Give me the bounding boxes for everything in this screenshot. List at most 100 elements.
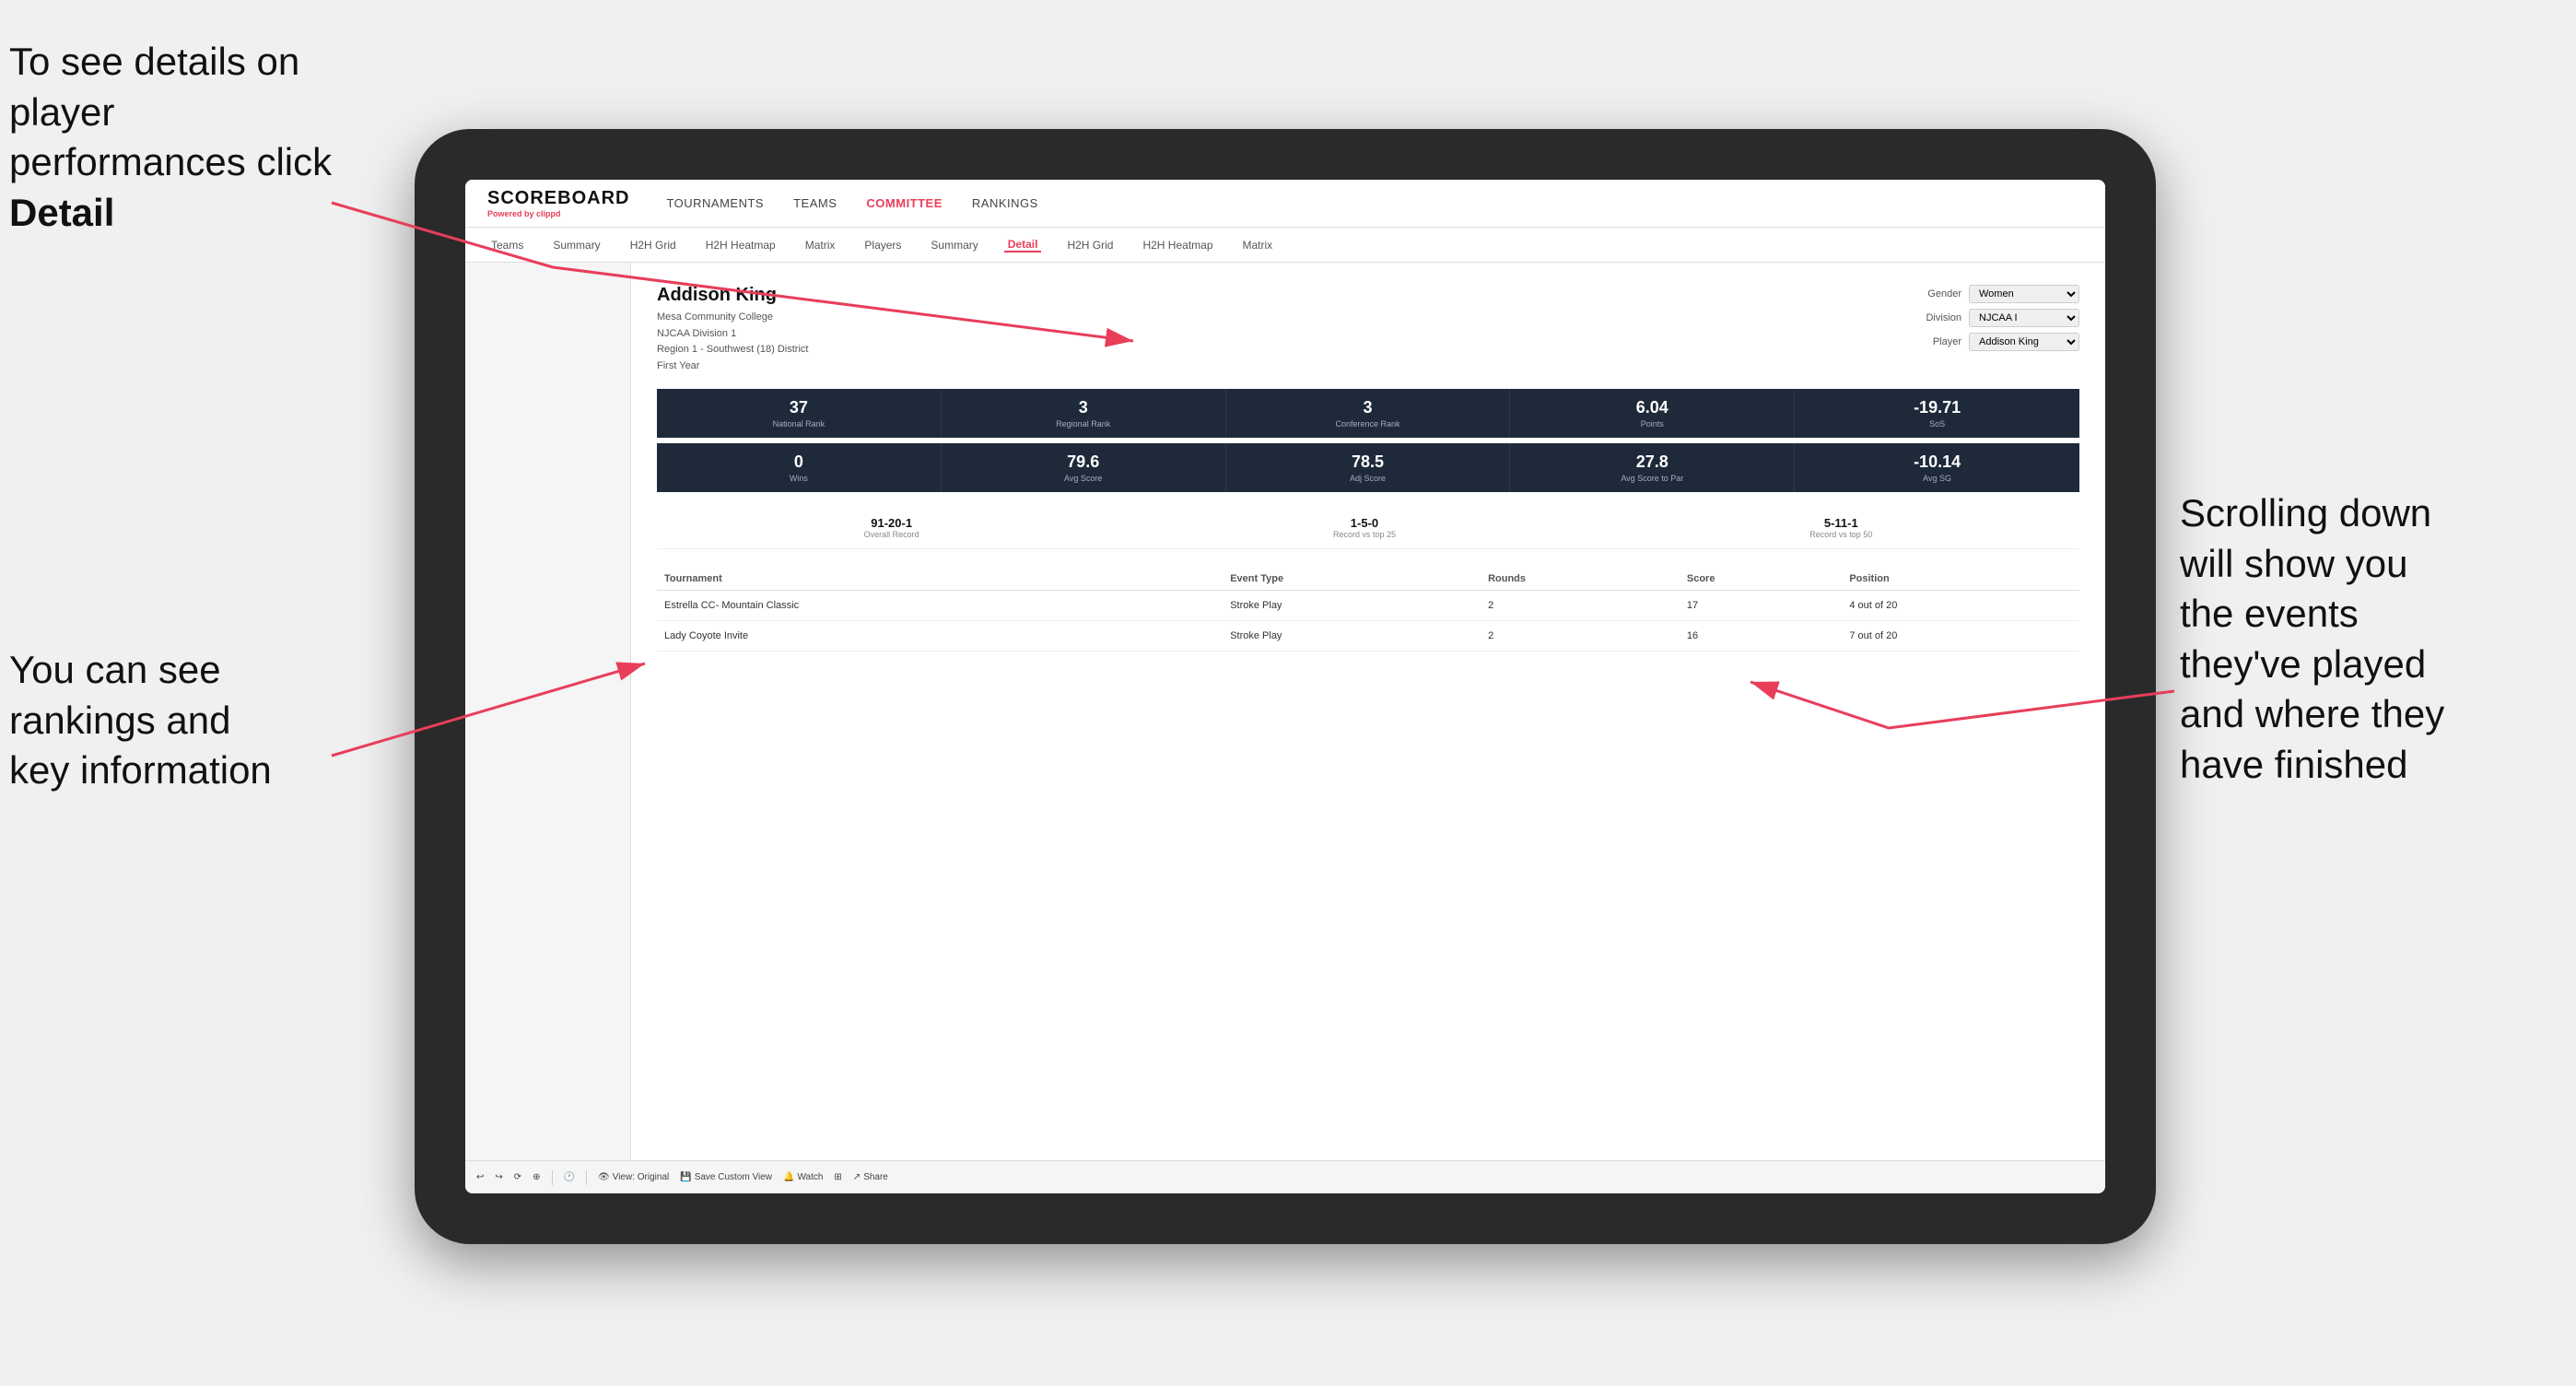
separator2 xyxy=(586,1170,587,1185)
nav-tournaments[interactable]: TOURNAMENTS xyxy=(666,196,764,210)
player-region: Region 1 - Southwest (18) District xyxy=(657,342,808,358)
sos-label: SoS xyxy=(1802,419,2072,429)
stat-avg-score-par: 27.8 Avg Score to Par xyxy=(1510,443,1795,492)
top50-record-value: 5-11-1 xyxy=(1809,516,1872,530)
subnav-matrix2[interactable]: Matrix xyxy=(1239,239,1277,252)
sidebar xyxy=(465,263,631,1160)
position-2: 7 out of 20 xyxy=(1842,621,2079,652)
avg-score-par-value: 27.8 xyxy=(1517,452,1786,472)
main-content: Addison King Mesa Community College NJCA… xyxy=(465,263,2105,1160)
avg-sg-value: -10.14 xyxy=(1802,452,2072,472)
avg-score-par-label: Avg Score to Par xyxy=(1517,474,1786,483)
nav-rankings[interactable]: RANKINGS xyxy=(972,196,1038,210)
tablet-shell: SCOREBOARD Powered by clippd TOURNAMENTS… xyxy=(415,129,2156,1244)
nav-committee[interactable]: COMMITTEE xyxy=(866,196,943,210)
subnav-h2h-heatmap2[interactable]: H2H Heatmap xyxy=(1139,239,1216,252)
watch-icon: 🔔 xyxy=(783,1172,794,1182)
tournament-name-2: Lady Coyote Invite xyxy=(657,621,1223,652)
avg-score-label: Avg Score xyxy=(949,474,1218,483)
tournament-table: Tournament Event Type Rounds Score Posit… xyxy=(657,568,2079,652)
table-row: Estrella CC- Mountain Classic Stroke Pla… xyxy=(657,591,2079,621)
player-header: Addison King Mesa Community College NJCA… xyxy=(657,285,2079,374)
tablet-screen: SCOREBOARD Powered by clippd TOURNAMENTS… xyxy=(465,180,2105,1193)
regional-rank-value: 3 xyxy=(949,398,1218,417)
national-rank-value: 37 xyxy=(664,398,933,417)
save-icon: 💾 xyxy=(680,1172,691,1182)
avg-score-value: 79.6 xyxy=(949,452,1218,472)
view-original-button[interactable]: 👁 View: Original xyxy=(598,1172,669,1182)
col-tournament: Tournament xyxy=(657,568,1223,591)
player-select[interactable]: Addison King xyxy=(1969,333,2079,351)
adj-score-label: Adj Score xyxy=(1234,474,1503,483)
event-type-2: Stroke Play xyxy=(1223,621,1481,652)
annotation-bottomleft: You can see rankings and key information xyxy=(9,645,359,796)
subnav-players[interactable]: Players xyxy=(861,239,905,252)
division-label: Division xyxy=(1926,312,1961,323)
points-label: Points xyxy=(1517,419,1786,429)
undo-button[interactable]: ↩ xyxy=(476,1172,484,1182)
annotation-topleft: To see details on player performances cl… xyxy=(9,37,359,238)
subnav-h2h-heatmap[interactable]: H2H Heatmap xyxy=(702,239,779,252)
redo-button[interactable]: ↪ xyxy=(495,1172,502,1182)
view-icon: 👁 xyxy=(598,1172,610,1182)
nav-items: TOURNAMENTS TEAMS COMMITTEE RANKINGS xyxy=(666,196,1037,210)
tournament-name-1: Estrella CC- Mountain Classic xyxy=(657,591,1223,621)
watch-button[interactable]: 🔔 Watch xyxy=(783,1172,823,1182)
sub-navigation: Teams Summary H2H Grid H2H Heatmap Matri… xyxy=(465,228,2105,263)
gender-select-row: Gender Women xyxy=(1927,285,2079,303)
record-top50: 5-11-1 Record vs top 50 xyxy=(1809,516,1872,539)
wins-value: 0 xyxy=(664,452,933,472)
separator xyxy=(552,1170,553,1185)
subnav-h2h-grid[interactable]: H2H Grid xyxy=(626,239,680,252)
score-1: 17 xyxy=(1680,591,1842,621)
subnav-summary[interactable]: Summary xyxy=(549,239,603,252)
subnav-matrix[interactable]: Matrix xyxy=(802,239,839,252)
top25-record-label: Record vs top 25 xyxy=(1333,530,1396,539)
bottom-toolbar: ↩ ↪ ⟳ ⊕ 🕐 👁 View: Original 💾 Save Custom… xyxy=(465,1160,2105,1193)
screen-button[interactable]: ⊞ xyxy=(834,1172,841,1182)
subnav-summary2[interactable]: Summary xyxy=(927,239,981,252)
logo-area: SCOREBOARD Powered by clippd xyxy=(487,188,629,218)
share-button[interactable]: ↗ Share xyxy=(853,1172,888,1182)
rounds-2: 2 xyxy=(1481,621,1680,652)
player-division: NJCAA Division 1 xyxy=(657,326,808,343)
zoom-button[interactable]: ⊕ xyxy=(533,1172,540,1182)
stat-sos: -19.71 SoS xyxy=(1795,389,2079,438)
points-value: 6.04 xyxy=(1517,398,1786,417)
gender-label: Gender xyxy=(1927,288,1961,300)
top25-record-value: 1-5-0 xyxy=(1333,516,1396,530)
division-select-row: Division NJCAA I xyxy=(1926,309,2079,327)
col-score: Score xyxy=(1680,568,1842,591)
col-event-type: Event Type xyxy=(1223,568,1481,591)
col-rounds: Rounds xyxy=(1481,568,1680,591)
conference-rank-label: Conference Rank xyxy=(1234,419,1503,429)
division-select[interactable]: NJCAA I xyxy=(1969,309,2079,327)
col-position: Position xyxy=(1842,568,2079,591)
rounds-1: 2 xyxy=(1481,591,1680,621)
player-select-row: Player Addison King xyxy=(1933,333,2079,351)
overall-record-label: Overall Record xyxy=(864,530,919,539)
stat-conference-rank: 3 Conference Rank xyxy=(1226,389,1511,438)
clock-icon: 🕐 xyxy=(564,1172,575,1182)
overall-record-value: 91-20-1 xyxy=(864,516,919,530)
wins-label: Wins xyxy=(664,474,933,483)
table-row: Lady Coyote Invite Stroke Play 2 16 7 ou… xyxy=(657,621,2079,652)
sos-value: -19.71 xyxy=(1802,398,2072,417)
stat-points: 6.04 Points xyxy=(1510,389,1795,438)
player-selects: Gender Women Division NJCAA I xyxy=(1926,285,2079,374)
logo-scoreboard: SCOREBOARD xyxy=(487,188,629,209)
subnav-teams[interactable]: Teams xyxy=(487,239,527,252)
save-custom-button[interactable]: 💾 Save Custom View xyxy=(680,1172,772,1182)
stat-adj-score: 78.5 Adj Score xyxy=(1226,443,1511,492)
records-row: 91-20-1 Overall Record 1-5-0 Record vs t… xyxy=(657,507,2079,549)
subnav-detail[interactable]: Detail xyxy=(1004,238,1042,253)
conference-rank-value: 3 xyxy=(1234,398,1503,417)
content-panel: Addison King Mesa Community College NJCA… xyxy=(631,263,2105,1160)
gender-select[interactable]: Women xyxy=(1969,285,2079,303)
avg-sg-label: Avg SG xyxy=(1802,474,2072,483)
stats-row-2: 0 Wins 79.6 Avg Score 78.5 Adj Score 27.… xyxy=(657,443,2079,492)
stat-avg-sg: -10.14 Avg SG xyxy=(1795,443,2079,492)
refresh-button[interactable]: ⟳ xyxy=(514,1172,521,1182)
subnav-h2h-grid2[interactable]: H2H Grid xyxy=(1063,239,1117,252)
nav-teams[interactable]: TEAMS xyxy=(793,196,837,210)
